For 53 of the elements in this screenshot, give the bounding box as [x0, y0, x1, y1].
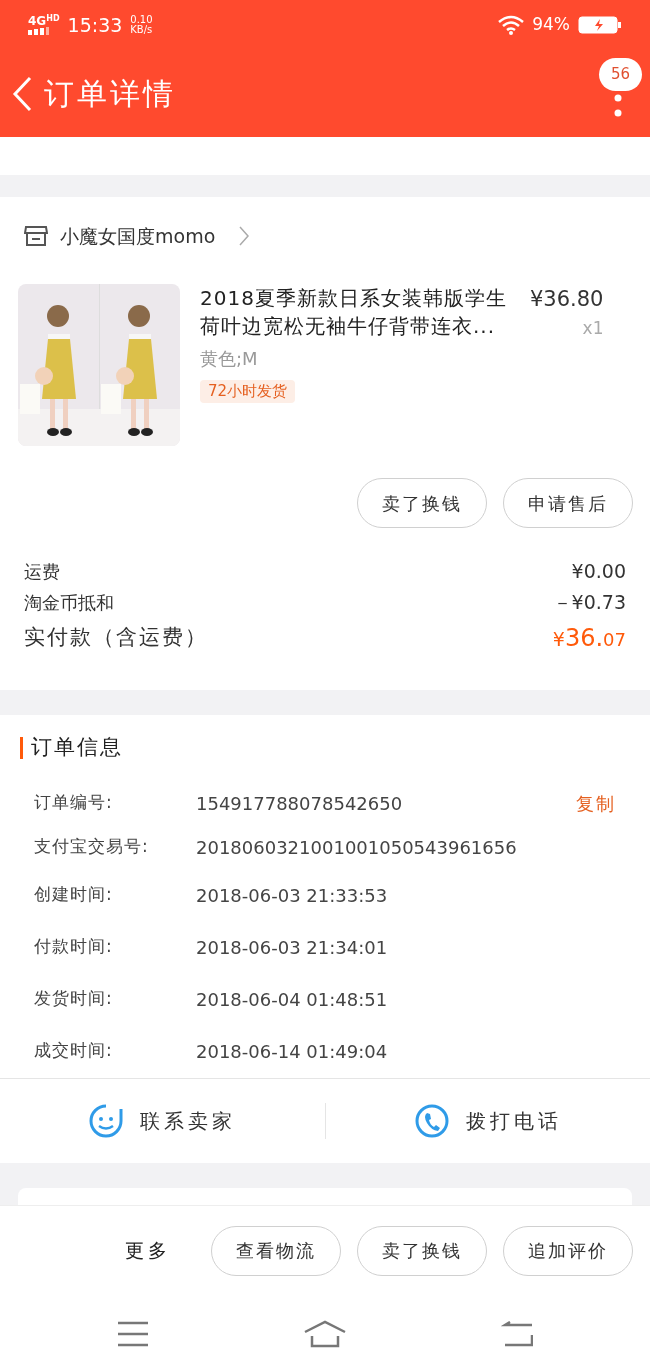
product-title[interactable]: 2018夏季新款日系女装韩版学生荷叶边宽松无袖牛仔背带连衣... — [200, 284, 518, 341]
phone-icon — [413, 1103, 450, 1139]
store-icon — [24, 225, 48, 247]
action-button[interactable]: 查看物流 — [211, 1225, 341, 1276]
info-label: 付款时间: — [34, 935, 114, 959]
cost-label: 运费 — [24, 560, 60, 584]
total-label: 实付款（含运费） — [24, 624, 208, 652]
total-amount: ¥36.07 — [552, 623, 626, 654]
copy-link[interactable]: 复制 — [576, 789, 616, 817]
cost-label: 淘金币抵和 — [24, 591, 114, 615]
action-button[interactable]: 卖了换钱 — [357, 1225, 487, 1276]
shop-name[interactable]: 小魔女国度momo — [60, 221, 216, 251]
network-speed: 0.10 — [130, 15, 153, 25]
info-value: 2018-06-03 21:33:53 — [196, 883, 389, 908]
menu-icon[interactable] — [117, 1320, 149, 1347]
back-icon[interactable] — [12, 75, 32, 112]
home-icon[interactable] — [303, 1319, 347, 1348]
info-value: 2018060321001001050543961656 — [196, 835, 518, 860]
battery-percent: 94% — [532, 13, 570, 37]
speed-unit: KB/s — [130, 25, 153, 35]
back-arrow-icon[interactable] — [501, 1320, 533, 1347]
page-title: 订单详情 — [44, 75, 176, 113]
action-button[interactable]: 卖了换钱 — [357, 478, 487, 528]
cost-value: －¥0.73 — [552, 590, 626, 616]
message-badge: 56 — [598, 58, 642, 91]
product-variant: 黄色;M — [200, 347, 259, 371]
wifi-icon — [498, 15, 525, 35]
contact-button[interactable]: 联系卖家 — [88, 1103, 237, 1139]
chat-face-icon — [88, 1103, 125, 1139]
more-button[interactable]: 更多 — [125, 1236, 171, 1265]
status-time: 15:33 — [67, 12, 123, 38]
chevron-right-icon — [239, 226, 250, 246]
info-value: 2018-06-04 01:48:51 — [196, 987, 389, 1012]
section-title: 订单信息 — [31, 734, 123, 762]
signal-icon — [28, 27, 52, 35]
info-label: 创建时间: — [34, 883, 114, 907]
product-price: ¥36.80 — [530, 286, 604, 313]
info-label: 订单编号: — [34, 791, 114, 815]
info-value: 2018-06-03 21:34:01 — [196, 935, 389, 960]
info-label: 成交时间: — [34, 1039, 114, 1063]
action-button[interactable]: 追加评价 — [503, 1225, 633, 1276]
quantity: x1 — [582, 316, 604, 340]
cost-value: ¥0.00 — [571, 559, 626, 585]
network-label: 4G$^{HD}$ — [28, 15, 60, 27]
battery-icon — [578, 15, 622, 35]
action-button[interactable]: 申请售后 — [503, 478, 633, 528]
info-label: 发货时间: — [34, 987, 114, 1011]
contact-button[interactable]: 拨打电话 — [413, 1103, 562, 1139]
shipping-tag: 72小时发货 — [200, 380, 296, 403]
more-icon[interactable] — [614, 93, 622, 118]
info-value: 2018-06-14 01:49:04 — [196, 1039, 389, 1064]
info-label: 支付宝交易号: — [34, 835, 150, 859]
info-value: 154917788078542650 — [196, 791, 404, 816]
